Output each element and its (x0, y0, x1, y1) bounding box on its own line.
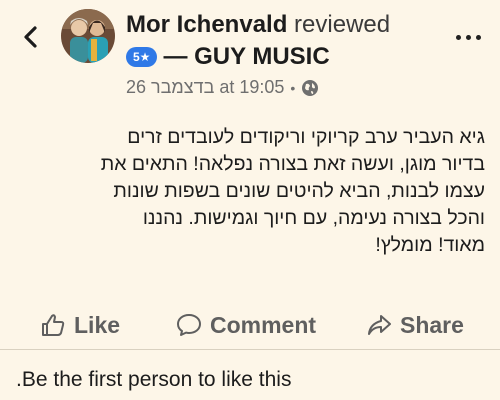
timestamp[interactable]: בדצמבר 26 at 19:05 (126, 77, 284, 98)
review-text-line: מאוד! מומלץ! (375, 234, 485, 256)
like-label: Like (74, 311, 121, 338)
comment-icon (177, 314, 201, 336)
comment-button[interactable]: Comment (176, 305, 316, 345)
comment-label: Comment (210, 311, 317, 338)
divider (0, 349, 500, 350)
like-button[interactable]: Like (40, 305, 120, 345)
more-dots-icon (455, 34, 461, 40)
rating-badge: 5★ (126, 47, 158, 67)
action-text: reviewed (294, 11, 391, 38)
avatar[interactable] (61, 9, 115, 63)
more-dots-icon (475, 34, 481, 40)
reviewer-name[interactable]: Mor Ichenvald (126, 11, 287, 38)
more-options-button[interactable] (448, 22, 488, 52)
share-label: Share (400, 311, 464, 338)
review-post: Mor Ichenvald reviewed 5★ — GUY MUSIC בד… (0, 0, 500, 400)
meta-separator: • (290, 79, 296, 96)
thumbs-up-icon (42, 314, 65, 336)
share-icon (368, 315, 391, 335)
avatar-photo (61, 9, 115, 63)
review-text-line: גיא העביר ערב קריוקי וריקודים לעובדים זר… (127, 126, 485, 148)
reviewed-page: 5★ — GUY MUSIC (126, 42, 330, 72)
globe-icon (302, 79, 319, 96)
review-text: גיא העביר ערב קריוקי וריקודים לעובדים זר… (18, 124, 485, 259)
action-bar: Like Comment Share (0, 305, 500, 345)
review-text-line: והכל בצורה נעימה, עם חיוך וגמישות. נהננו (142, 207, 485, 229)
share-button[interactable]: Share (366, 305, 464, 345)
back-button[interactable] (14, 20, 48, 54)
more-dots-icon (465, 34, 471, 40)
post-meta: בדצמבר 26 at 19:05 • (126, 77, 319, 98)
header-title: Mor Ichenvald reviewed (126, 10, 390, 40)
page-name[interactable]: — GUY MUSIC (163, 42, 329, 72)
review-text-line: בדיור מוגן, ועשה זאת בצורה נפלאה! התאים … (100, 153, 485, 175)
chevron-left-icon (24, 26, 37, 48)
likes-summary: .Be the first person to like this (16, 368, 292, 391)
review-text-line: עצמו לבנות, הביא להיטים שונים בשפות שונו… (113, 180, 485, 202)
